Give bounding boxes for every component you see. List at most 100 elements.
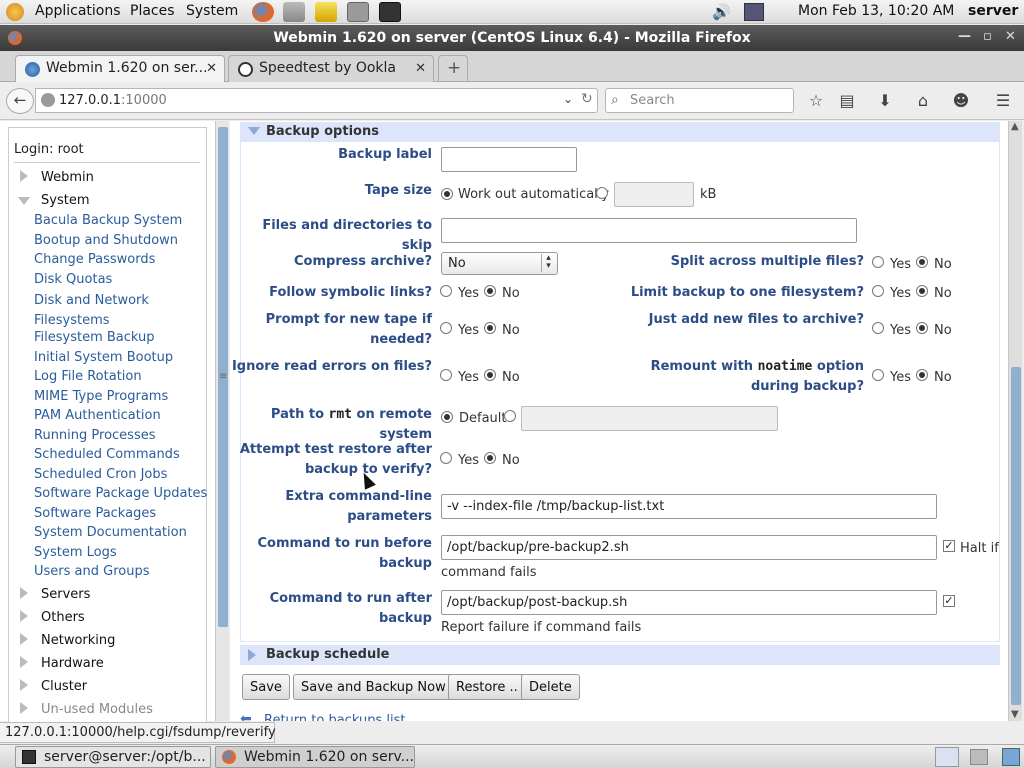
return-arrow-icon[interactable]: ⬅ (240, 711, 252, 721)
module-change-passwords[interactable]: Change Passwords (34, 252, 155, 267)
downloads-icon[interactable]: ⬇ (875, 91, 895, 110)
module-system-logs[interactable]: System Logs (34, 545, 117, 560)
left-frame-scrollbar[interactable]: ≡ (215, 121, 229, 721)
firefox-launcher-icon[interactable] (252, 2, 274, 22)
rmt-custom-radio[interactable] (504, 410, 516, 422)
remount-no-radio[interactable] (916, 369, 928, 381)
category-others[interactable]: Others (20, 610, 85, 625)
text-editor-launcher-icon[interactable] (315, 2, 337, 22)
show-desktop-icon[interactable] (1002, 748, 1020, 766)
justadd-yes-radio[interactable] (872, 322, 884, 334)
category-unused[interactable]: Un-used Modules (20, 702, 153, 717)
save-and-backup-button[interactable]: Save and Backup Now (293, 674, 454, 700)
attempt-yes-radio[interactable] (440, 452, 452, 464)
url-bar[interactable]: 127.0.0.1:10000 ⌄ ↻ (35, 88, 598, 113)
module-running-processes[interactable]: Running Processes (34, 428, 156, 443)
file-manager-launcher-icon[interactable] (283, 2, 305, 22)
network-icon[interactable] (744, 3, 764, 21)
hamburger-menu-icon[interactable]: ☰ (993, 91, 1013, 110)
tape-size-auto-radio[interactable] (441, 188, 453, 200)
places-menu[interactable]: Places (130, 3, 175, 19)
backup-label-input[interactable] (441, 147, 577, 172)
tab-webmin[interactable]: Webmin 1.620 on ser... ✕ (15, 55, 225, 82)
close-tab-icon[interactable]: ✕ (415, 61, 426, 76)
system-menu[interactable]: System (186, 3, 238, 19)
category-hardware[interactable]: Hardware (20, 656, 104, 671)
limit-yes-radio[interactable] (872, 285, 884, 297)
module-disk-quotas[interactable]: Disk Quotas (34, 272, 112, 287)
main-scroll-thumb[interactable] (1011, 367, 1021, 705)
task-firefox[interactable]: Webmin 1.620 on serv... (215, 746, 415, 768)
backup-schedule-header[interactable]: Backup schedule (240, 645, 1000, 665)
category-cluster[interactable]: Cluster (20, 679, 87, 694)
back-button[interactable]: ← (6, 88, 34, 114)
tray-firefox-icon[interactable] (935, 747, 959, 767)
ignore-no-radio[interactable] (484, 369, 496, 381)
module-software-packages[interactable]: Software Packages (34, 506, 156, 521)
before-input[interactable]: /opt/backup/pre-backup2.sh (441, 535, 937, 560)
category-networking[interactable]: Networking (20, 633, 115, 648)
rmt-default-radio[interactable] (441, 411, 453, 423)
terminal2-launcher-icon[interactable] (379, 2, 401, 22)
prompt-no-radio[interactable] (484, 322, 496, 334)
return-link[interactable]: Return to backups list (264, 713, 405, 721)
module-bootup[interactable]: Bootup and Shutdown (34, 233, 178, 248)
module-initial-bootup[interactable]: Initial System Bootup (34, 350, 173, 365)
category-servers[interactable]: Servers (20, 587, 90, 602)
justadd-no-radio[interactable] (916, 322, 928, 334)
category-system[interactable]: System (18, 193, 89, 208)
frame-splitter-grip-icon[interactable]: ≡ (219, 371, 227, 382)
extra-input[interactable]: -v --index-file /tmp/backup-list.txt (441, 494, 937, 519)
reload-icon[interactable]: ↻ (581, 91, 593, 107)
applications-menu[interactable]: Applications (35, 3, 121, 19)
module-package-updates[interactable]: Software Package Updates (34, 486, 207, 501)
rmt-input[interactable] (521, 406, 778, 431)
tape-size-input[interactable] (614, 182, 694, 207)
module-system-docs[interactable]: System Documentation (34, 525, 187, 540)
task-terminal[interactable]: server@server:/opt/b... (15, 746, 211, 768)
minimize-icon[interactable]: — (958, 29, 971, 44)
scroll-down-icon[interactable]: ▼ (1011, 709, 1019, 720)
user-name[interactable]: server (968, 3, 1018, 19)
backup-options-header[interactable]: Backup options (240, 122, 1000, 142)
module-pam[interactable]: PAM Authentication (34, 408, 161, 423)
tab-speedtest[interactable]: Speedtest by Ookla ✕ (228, 55, 434, 82)
new-tab-button[interactable]: + (438, 55, 468, 82)
category-webmin[interactable]: Webmin (20, 170, 94, 185)
follow-no-radio[interactable] (484, 285, 496, 297)
module-scheduled-commands[interactable]: Scheduled Commands (34, 447, 180, 462)
remount-yes-radio[interactable] (872, 369, 884, 381)
chevron-down-icon[interactable]: ⌄ (563, 92, 573, 106)
restore-button[interactable]: Restore .. (448, 674, 526, 700)
save-button[interactable]: Save (242, 674, 290, 700)
module-bacula[interactable]: Bacula Backup System (34, 213, 182, 228)
module-mime-types[interactable]: MIME Type Programs (34, 389, 168, 404)
attempt-no-radio[interactable] (484, 452, 496, 464)
search-input[interactable]: Search (630, 93, 675, 108)
maximize-icon[interactable]: ▫ (983, 29, 992, 44)
module-disk-network-filesystems[interactable]: Disk and Network Filesystems (34, 291, 149, 331)
bookmark-star-icon[interactable]: ☆ (806, 91, 826, 110)
module-log-rotation[interactable]: Log File Rotation (34, 369, 142, 384)
home-icon[interactable]: ⌂ (913, 91, 933, 110)
delete-button[interactable]: Delete (521, 674, 580, 700)
module-cron-jobs[interactable]: Scheduled Cron Jobs (34, 467, 167, 482)
terminal-launcher-icon[interactable] (347, 2, 369, 22)
limit-no-radio[interactable] (916, 285, 928, 297)
clock[interactable]: Mon Feb 13, 10:20 AM (798, 3, 954, 19)
skip-input[interactable] (441, 218, 857, 243)
volume-icon[interactable]: 🔊 (712, 3, 731, 21)
compress-select[interactable]: No ▴ ▾ (441, 252, 558, 275)
close-window-icon[interactable]: ✕ (1005, 29, 1016, 44)
main-scrollbar[interactable]: ▲ ▼ (1008, 121, 1022, 721)
after-input[interactable]: /opt/backup/post-backup.sh (441, 590, 937, 615)
module-users-groups[interactable]: Users and Groups (34, 564, 149, 579)
close-tab-icon[interactable]: ✕ (206, 61, 217, 76)
chat-icon[interactable]: ☻ (951, 91, 971, 110)
module-filesystem-backup[interactable]: Filesystem Backup (34, 330, 155, 345)
follow-yes-radio[interactable] (440, 285, 452, 297)
search-box[interactable]: ⌕ Search (605, 88, 794, 113)
tape-size-custom-radio[interactable] (596, 187, 608, 199)
bookmarks-menu-icon[interactable]: ▤ (837, 91, 857, 110)
split-no-radio[interactable] (916, 256, 928, 268)
